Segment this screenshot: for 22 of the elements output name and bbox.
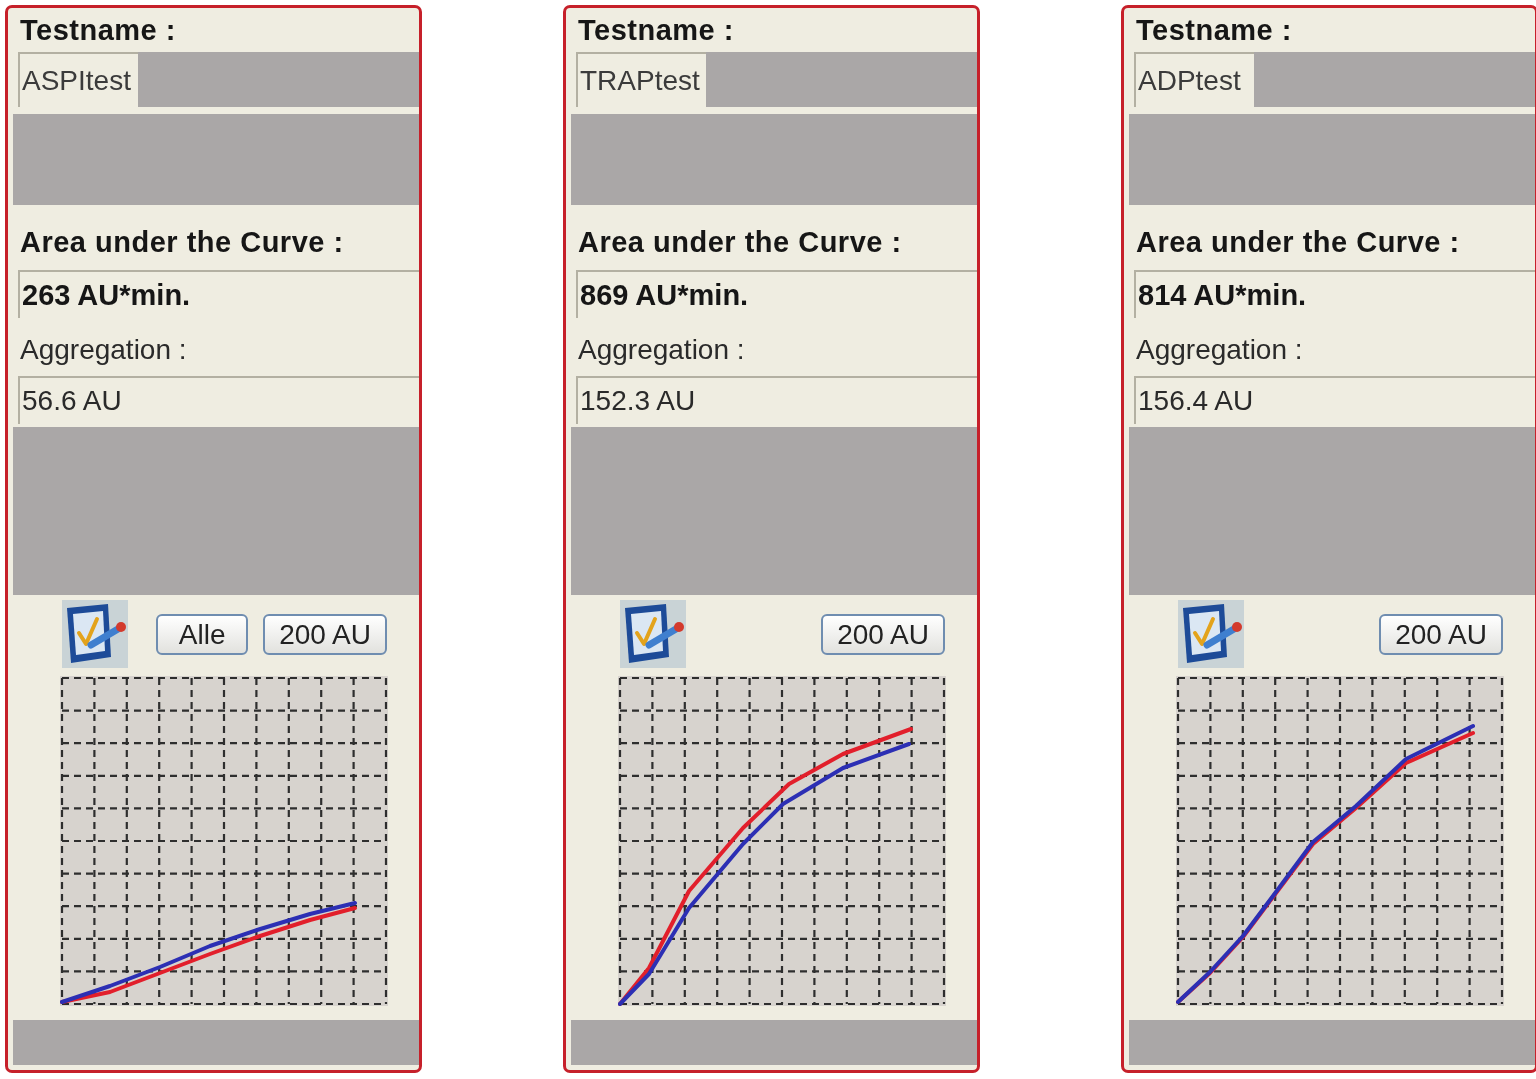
- checklist-pen-icon[interactable]: [62, 600, 128, 668]
- aggregation-value-field: 152.3 AU: [576, 376, 977, 424]
- auc-value-field: 869 AU*min.: [576, 270, 977, 318]
- field-label: Area under the Curve :: [578, 228, 902, 257]
- scale-button[interactable]: 200 AU: [263, 614, 387, 655]
- field-label: Testname :: [1136, 15, 1292, 45]
- field-label: Testname :: [20, 15, 176, 45]
- field-label: Area under the Curve :: [1136, 228, 1460, 257]
- field-label: Aggregation :: [578, 336, 745, 364]
- auc-value-field: 814 AU*min.: [1134, 270, 1535, 318]
- checklist-pen-icon[interactable]: [620, 600, 686, 668]
- scale-button[interactable]: Alle: [156, 614, 249, 655]
- field-label: Aggregation :: [20, 336, 187, 364]
- checklist-pen-icon[interactable]: [1178, 600, 1244, 668]
- scale-button[interactable]: 200 AU: [821, 614, 945, 655]
- field-label: Aggregation :: [1136, 336, 1303, 364]
- auc-value-field: 263 AU*min.: [18, 270, 419, 318]
- field-label: Area under the Curve :: [20, 228, 344, 257]
- aggregation-value-field: 56.6 AU: [18, 376, 419, 424]
- aggregation-value-field: 156.4 AU: [1134, 376, 1535, 424]
- scale-button[interactable]: 200 AU: [1379, 614, 1503, 655]
- field-label: Testname :: [578, 15, 734, 45]
